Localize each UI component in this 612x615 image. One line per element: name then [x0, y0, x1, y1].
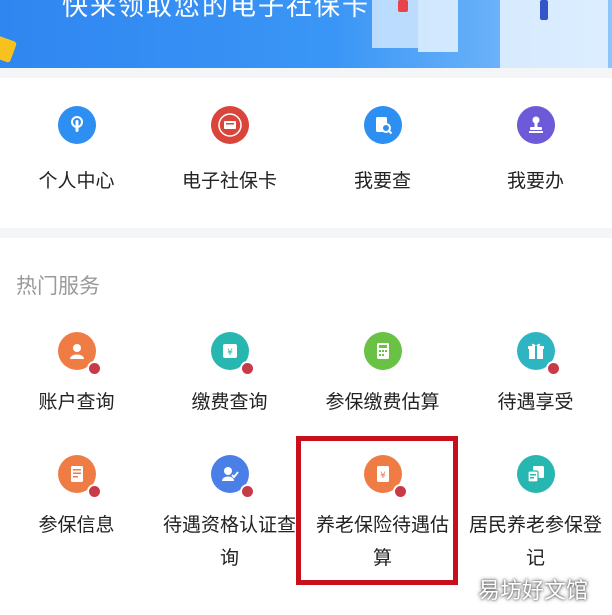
service-insurance-info[interactable]: 参保信息: [0, 455, 153, 575]
resident-register-icon: [516, 455, 555, 493]
gift-icon: [516, 332, 561, 376]
quick-action-social-card[interactable]: 电子社保卡: [153, 106, 306, 206]
banner-text: 快来领取您的电子社保卡: [62, 0, 371, 22]
banner-decoration: [418, 0, 458, 52]
watermark: 易坊好文馆: [477, 579, 588, 604]
banner-decoration: [540, 0, 548, 20]
service-label: 待遇资格认证查询: [162, 514, 296, 569]
section-title: 热门服务: [16, 274, 100, 298]
quick-action-label: 个人中心: [38, 170, 115, 192]
service-label: 参保缴费估算: [325, 391, 440, 413]
service-label: 居民养老参保登记: [468, 514, 602, 569]
service-label: 待遇享受: [497, 391, 574, 413]
quick-action-personal-center[interactable]: 个人中心: [0, 106, 153, 206]
quick-action-label: 电子社保卡: [181, 170, 277, 192]
stamp-icon: [516, 106, 555, 144]
quick-action-query[interactable]: 我要查: [306, 106, 459, 206]
quick-action-handle[interactable]: 我要办: [459, 106, 612, 206]
service-account-query[interactable]: 账户查询: [0, 332, 153, 422]
touch-icon: [57, 106, 96, 144]
badge-icon: [239, 361, 255, 376]
service-qualification-query[interactable]: 待遇资格认证查询: [153, 455, 306, 575]
top-banner[interactable]: 快来领取您的电子社保卡: [0, 0, 612, 68]
document-search-icon: [363, 106, 402, 144]
service-label: 参保信息: [38, 514, 115, 536]
quick-action-label: 我要办: [506, 170, 564, 192]
badge-icon: [86, 484, 102, 499]
service-contribution-estimate[interactable]: 参保缴费估算: [306, 332, 459, 422]
social-card-icon: [210, 106, 249, 144]
badge-icon: [545, 361, 561, 376]
banner-decoration: [372, 0, 418, 48]
banner-decoration: [0, 34, 18, 64]
banner-decoration: [500, 0, 608, 68]
svg-text:¥: ¥: [227, 348, 233, 358]
payment-icon: ¥: [210, 332, 255, 376]
banner-decoration: [398, 0, 408, 12]
quick-actions-card: 个人中心 电子社保卡 我要查 我要办: [0, 78, 612, 228]
service-benefits[interactable]: 待遇享受: [459, 332, 612, 422]
service-payment-query[interactable]: ¥ 缴费查询: [153, 332, 306, 422]
calculator-icon: [363, 332, 402, 370]
quick-action-label: 我要查: [353, 170, 411, 192]
service-resident-registration[interactable]: 居民养老参保登记: [459, 455, 612, 575]
account-user-icon: [57, 332, 102, 376]
badge-icon: [239, 484, 255, 499]
badge-icon: [86, 361, 102, 376]
info-doc-icon: [57, 455, 102, 499]
service-label: 缴费查询: [191, 391, 268, 413]
service-label: 账户查询: [38, 391, 115, 413]
highlight-box: [296, 436, 458, 585]
certification-icon: [210, 455, 255, 499]
